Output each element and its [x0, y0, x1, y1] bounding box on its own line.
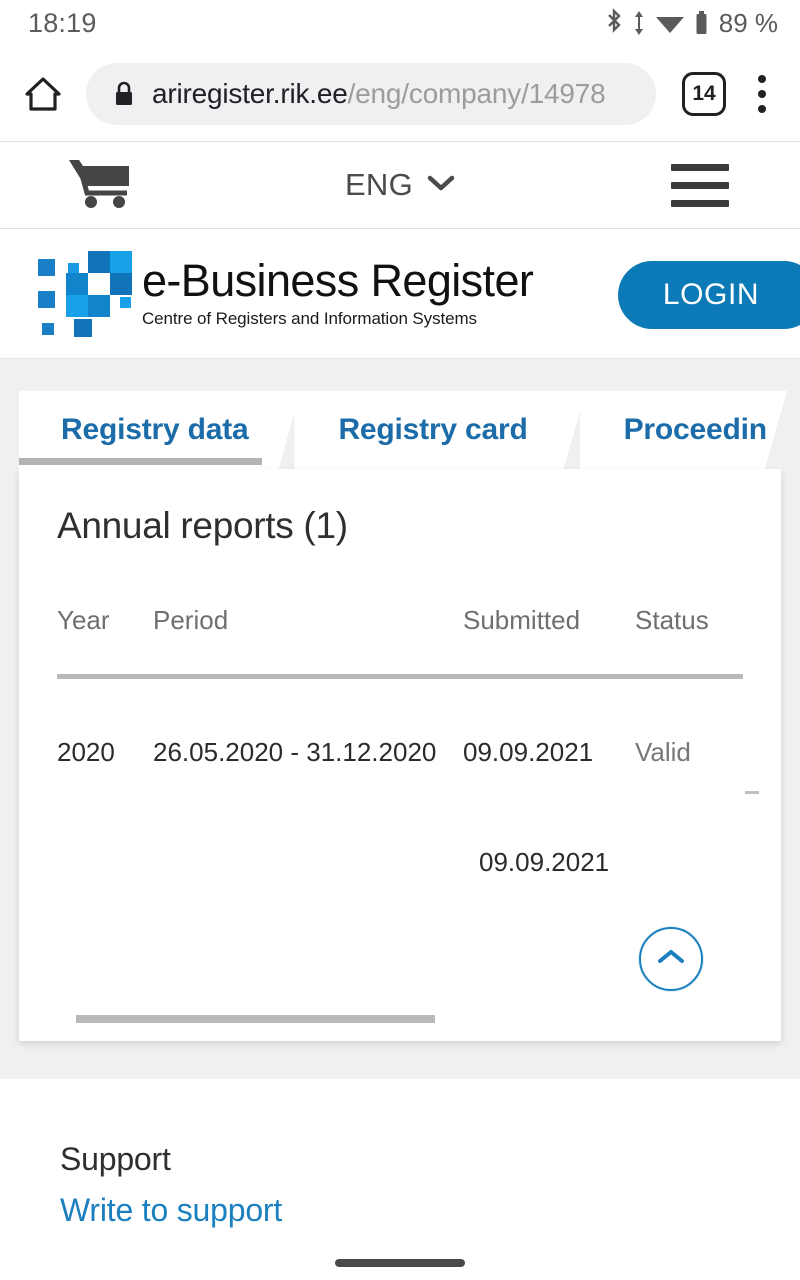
- burger-line: [671, 163, 729, 171]
- kebab-dot: [758, 89, 766, 98]
- status-time: 18:19: [28, 7, 97, 38]
- tab-strip-scrollbar[interactable]: [19, 458, 262, 465]
- cell-submitted: 09.09.2021: [463, 737, 594, 767]
- burger-line: [671, 199, 729, 207]
- annual-reports-card: Annual reports (1) Year Period Submitted…: [19, 469, 781, 1041]
- column-header-period: Period: [153, 605, 229, 635]
- login-button[interactable]: LOGIN: [618, 261, 800, 329]
- url-path: /eng/company/14978: [347, 77, 606, 109]
- site-utility-bar: ENG: [0, 141, 800, 229]
- tab-switcher-button[interactable]: 14: [682, 71, 726, 116]
- page-title: Annual reports (1): [57, 505, 348, 546]
- status-icons: 89 %: [604, 8, 778, 39]
- android-status-bar: 18:19 89 %: [0, 0, 800, 46]
- brand-subtitle: Centre of Registers and Information Syst…: [142, 308, 477, 328]
- brand-title: e-Business Register: [142, 255, 534, 307]
- url-text: ariregister.rik.ee/eng/company/14978: [152, 78, 606, 110]
- kebab-menu-icon[interactable]: [742, 68, 782, 120]
- bluetooth-icon: [604, 8, 624, 38]
- cell-period: 26.05.2020 - 31.12.2020: [153, 737, 437, 767]
- cart-button[interactable]: [0, 155, 200, 216]
- gesture-home-pill[interactable]: [335, 1259, 465, 1267]
- table-header-row: Year Period Submitted Status: [57, 605, 743, 636]
- cell-year: 2020: [57, 737, 115, 767]
- table-row[interactable]: 2020 26.05.2020 - 31.12.2020 09.09.2021 …: [57, 737, 743, 768]
- site-brand-header: e-Business Register Centre of Registers …: [0, 229, 800, 359]
- url-bar[interactable]: ariregister.rik.ee/eng/company/14978: [86, 62, 656, 125]
- row-divider-dash: [745, 791, 759, 794]
- tab-strip[interactable]: Registry data Registry card Proceedin: [0, 391, 800, 469]
- hamburger-menu-button[interactable]: [600, 163, 800, 207]
- tab-proceedings[interactable]: Proceedin: [580, 391, 787, 469]
- table-header-divider: [57, 674, 743, 679]
- kebab-dot: [758, 104, 766, 113]
- language-label: ENG: [344, 167, 414, 202]
- scroll-to-top-button[interactable]: [639, 927, 703, 991]
- hamburger-menu-icon: [671, 163, 729, 207]
- home-icon[interactable]: [14, 65, 72, 123]
- column-header-submitted: Submitted: [463, 605, 581, 635]
- page-content: Registry data Registry card Proceedin An…: [0, 359, 800, 1079]
- url-domain: ariregister.rik.ee: [152, 77, 348, 109]
- wifi-icon: [654, 8, 686, 38]
- annual-reports-table: Year Period Submitted Status 2020 26.05.…: [19, 605, 781, 877]
- e-business-register-logo: [38, 250, 132, 337]
- burger-line: [671, 181, 729, 189]
- chevron-up-icon: [656, 947, 686, 972]
- data-transfer-icon: [631, 8, 647, 38]
- language-selector[interactable]: ENG: [200, 167, 600, 203]
- lock-icon: [112, 79, 136, 109]
- status-badge: Valid: [635, 737, 691, 767]
- footer-heading-support: Support: [60, 1141, 171, 1177]
- cell-detail-date: 09.09.2021: [479, 847, 610, 877]
- shopping-cart-icon: [67, 155, 133, 216]
- chevron-down-icon: [427, 174, 455, 197]
- brand-text-block: e-Business Register Centre of Registers …: [142, 255, 534, 329]
- kebab-dot: [758, 74, 766, 83]
- battery-percent: 89 %: [718, 7, 778, 38]
- table-horizontal-scrollbar[interactable]: [76, 1015, 435, 1023]
- android-navigation-bar: [0, 1246, 800, 1280]
- battery-icon: [693, 8, 710, 38]
- browser-toolbar: ariregister.rik.ee/eng/company/14978 14: [0, 46, 800, 141]
- column-header-status: Status: [635, 605, 709, 635]
- footer-link-write-to-support[interactable]: Write to support: [60, 1192, 800, 1229]
- column-header-year: Year: [57, 605, 110, 635]
- tab-registry-card[interactable]: Registry card: [294, 391, 585, 469]
